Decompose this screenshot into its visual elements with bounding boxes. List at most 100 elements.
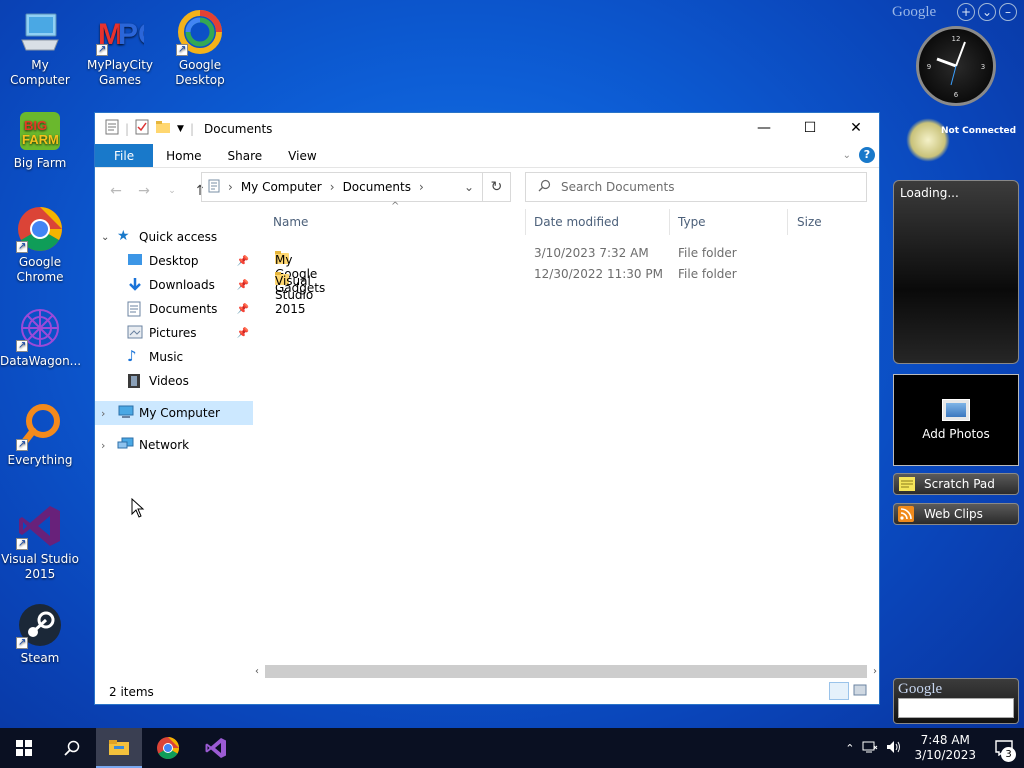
taskbar-clock[interactable]: 7:48 AM 3/10/2023 [906, 733, 984, 763]
search-input[interactable] [561, 180, 841, 194]
file-row[interactable]: My Google Gadgets 3/10/2023 7:32 AM File… [263, 242, 875, 295]
desktop-icon-steam[interactable]: Steam [0, 601, 80, 666]
desktop-icon-datawagon[interactable]: DataWagon... [0, 304, 81, 369]
nav-label: Pictures [149, 326, 197, 340]
search-taskbar-button[interactable] [48, 728, 96, 768]
network-status-icon[interactable] [858, 740, 882, 757]
breadcrumb-documents[interactable]: Documents [343, 180, 411, 194]
system-tray: ⌃ 7:48 AM 3/10/2023 3 [841, 728, 1024, 768]
pin-icon[interactable]: 📌 [237, 256, 249, 267]
start-button[interactable] [0, 728, 48, 768]
desktop-icon-big-farm[interactable]: BIG FARM Big Farm [0, 106, 80, 171]
volume-icon[interactable] [882, 740, 906, 757]
visual-studio-icon [16, 502, 64, 551]
large-icons-view-icon[interactable] [851, 682, 871, 700]
breadcrumb-chevron-icon[interactable]: › [330, 180, 335, 194]
back-button[interactable]: ← [105, 183, 127, 199]
nav-item-music[interactable]: ♪ Music [95, 345, 253, 369]
scroll-right-icon[interactable]: › [873, 666, 877, 677]
column-header-name[interactable]: Name [263, 215, 308, 229]
nav-item-videos[interactable]: Videos [95, 369, 253, 393]
gadget-minimize-button[interactable]: – [999, 3, 1017, 21]
pin-icon[interactable]: 📌 [237, 328, 249, 339]
customize-toolbar-dropdown-icon[interactable]: ▼ [177, 124, 184, 134]
expand-chevron-icon[interactable]: › [101, 407, 117, 420]
nav-my-computer[interactable]: › My Computer [95, 401, 253, 425]
recent-locations-dropdown[interactable]: ⌄ [161, 186, 183, 196]
expand-ribbon-icon[interactable]: ⌄ [843, 150, 851, 161]
nav-item-pictures[interactable]: Pictures 📌 [95, 321, 253, 345]
web-clips-gadget[interactable]: Web Clips [893, 503, 1019, 525]
nav-network[interactable]: › Network [95, 433, 253, 457]
gadget-menu-button[interactable]: ⌄ [978, 3, 996, 21]
shortcut-arrow-icon [16, 239, 28, 254]
show-hidden-icons-chevron-icon[interactable]: ⌃ [841, 742, 858, 755]
file-row[interactable]: Visual Studio 2015 12/30/2022 11:30 PM F… [263, 263, 875, 316]
breadcrumb-chevron-icon[interactable]: › [419, 180, 424, 194]
chrome-icon [16, 205, 64, 254]
tab-file[interactable]: File [95, 144, 154, 167]
desktop-icon-everything[interactable]: Everything [0, 403, 80, 468]
desktop-icon-label: Steam [20, 651, 60, 665]
gadget-google-logo[interactable]: Google [892, 4, 936, 21]
help-icon[interactable]: ? [859, 147, 875, 163]
nav-item-documents[interactable]: Documents 📌 [95, 297, 253, 321]
scroll-left-icon[interactable]: ‹ [255, 666, 259, 677]
taskbar-file-explorer[interactable] [96, 728, 142, 768]
scratch-pad-gadget[interactable]: Scratch Pad [893, 473, 1019, 495]
photos-gadget[interactable]: Add Photos [893, 374, 1019, 466]
svg-text:12: 12 [952, 35, 961, 43]
nav-quick-access[interactable]: ⌄ ★ Quick access [95, 225, 253, 249]
shortcut-arrow-icon [16, 338, 28, 353]
desktop-icon-google-chrome[interactable]: Google Chrome [0, 205, 80, 285]
taskbar-chrome[interactable] [144, 728, 192, 768]
pin-icon[interactable]: 📌 [237, 304, 249, 315]
tab-share[interactable]: Share [215, 144, 276, 167]
details-view-icon[interactable] [829, 682, 849, 700]
video-film-icon [127, 373, 143, 389]
action-center-button[interactable]: 3 [984, 728, 1024, 768]
tab-view[interactable]: View [275, 144, 329, 167]
google-search-input[interactable] [898, 698, 1014, 718]
column-header-date[interactable]: Date modified [524, 215, 619, 229]
scrollbar-thumb[interactable] [265, 665, 867, 678]
new-folder-icon[interactable] [155, 120, 171, 137]
window-title: Documents [204, 121, 273, 136]
properties-icon[interactable] [105, 119, 119, 138]
tab-home[interactable]: Home [153, 144, 214, 167]
collapse-chevron-icon[interactable]: ⌄ [101, 232, 117, 243]
desktop-icon-myplaycity[interactable]: MPC MyPlayCity Games [80, 8, 160, 88]
shortcut-arrow-icon [16, 437, 28, 452]
expand-chevron-icon[interactable]: › [101, 439, 117, 452]
svg-text:9: 9 [927, 63, 931, 71]
title-bar[interactable]: | ▼ | Documents — ☐ ✕ [95, 113, 879, 144]
taskbar-visual-studio[interactable] [192, 728, 240, 768]
svg-text:PC: PC [118, 18, 144, 51]
column-header-size[interactable]: Size [787, 215, 822, 229]
file-explorer-icon [109, 740, 129, 755]
address-bar[interactable]: › My Computer › Documents › ⌄ [201, 172, 483, 202]
windows-logo-icon [16, 740, 32, 756]
toolbar-separator: | [125, 121, 130, 136]
forward-button[interactable]: → [133, 183, 155, 199]
nav-label: Desktop [149, 254, 199, 268]
desktop-icon-my-computer[interactable]: My Computer [0, 8, 80, 88]
horizontal-scrollbar[interactable]: ‹ › [255, 663, 877, 680]
scratch-pad-icon [898, 476, 916, 492]
breadcrumb-chevron-icon[interactable]: › [228, 180, 233, 194]
checkmark-icon[interactable] [135, 119, 149, 138]
pin-icon[interactable]: 📌 [237, 280, 249, 291]
address-dropdown-icon[interactable]: ⌄ [464, 180, 474, 194]
add-gadget-button[interactable]: + [957, 3, 975, 21]
refresh-button[interactable]: ↻ [483, 172, 511, 202]
maximize-button[interactable]: ☐ [787, 113, 833, 143]
nav-item-downloads[interactable]: Downloads 📌 [95, 273, 253, 297]
desktop-icon-google-desktop[interactable]: Google Desktop [160, 8, 240, 88]
search-box[interactable] [525, 172, 867, 202]
minimize-button[interactable]: — [741, 113, 787, 143]
breadcrumb-my-computer[interactable]: My Computer [241, 180, 322, 194]
close-button[interactable]: ✕ [833, 113, 879, 143]
nav-item-desktop[interactable]: Desktop 📌 [95, 249, 253, 273]
desktop-icon-visual-studio[interactable]: Visual Studio 2015 [0, 502, 80, 582]
column-header-type[interactable]: Type [668, 215, 706, 229]
